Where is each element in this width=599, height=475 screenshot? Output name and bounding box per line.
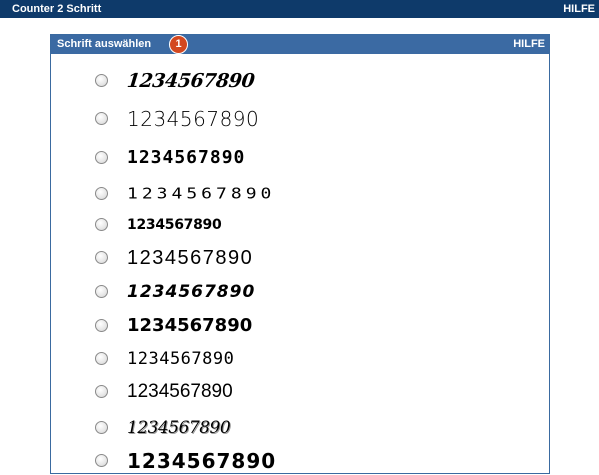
font-radio[interactable] — [95, 218, 108, 231]
font-radio[interactable] — [95, 251, 108, 264]
font-option[interactable]: 1234567890 — [51, 312, 549, 340]
font-option[interactable]: 1234567890 — [51, 278, 549, 306]
font-sample: 1234567890 — [127, 349, 235, 369]
font-radio[interactable] — [95, 285, 108, 298]
panel-title: Schrift auswählen — [57, 38, 152, 50]
font-option[interactable]: 1234567890 — [51, 67, 549, 95]
font-option[interactable]: 1234567890 — [51, 144, 549, 172]
panel-help-link[interactable]: HILFE — [513, 35, 545, 54]
font-radio[interactable] — [95, 421, 108, 434]
font-option[interactable]: 1234567890 — [51, 211, 549, 239]
font-sample: 1234567890 — [127, 315, 253, 336]
font-radio[interactable] — [95, 454, 108, 467]
font-option[interactable]: 1234567890 — [51, 378, 549, 406]
font-sample: 1234567890 — [125, 70, 256, 92]
font-select-panel: Schrift auswählen 1 HILFE 1234567890 123… — [50, 34, 550, 474]
step-number-badge: 1 — [169, 35, 188, 54]
font-radio[interactable] — [95, 319, 108, 332]
font-sample: 1234567890 — [127, 147, 246, 168]
font-sample: 1234567890 — [127, 418, 231, 438]
font-option[interactable]: 1234567890 — [51, 447, 549, 475]
font-option[interactable]: 1234567890 — [51, 180, 549, 208]
font-sample: 1234567890 — [127, 449, 277, 473]
font-option[interactable]: 1234567890 — [51, 345, 549, 373]
page-title: Counter 2 Schritt — [12, 3, 102, 15]
font-option[interactable]: 1234567890 — [51, 414, 549, 442]
font-sample: 1234567890 — [127, 381, 233, 402]
font-radio[interactable] — [95, 385, 108, 398]
font-sample: 1234567890 — [127, 247, 254, 269]
font-sample: 1234567890 — [127, 217, 222, 233]
font-radio[interactable] — [95, 352, 108, 365]
font-radio[interactable] — [95, 112, 108, 125]
font-sample: 1234567890 — [127, 184, 276, 203]
font-option[interactable]: 1234567890 — [51, 105, 549, 133]
top-bar: Counter 2 Schritt HILFE — [0, 0, 599, 18]
font-sample: 1234567890 — [127, 107, 260, 131]
font-radio[interactable] — [95, 187, 108, 200]
font-option[interactable]: 1234567890 — [51, 244, 549, 272]
panel-header: Schrift auswählen 1 HILFE — [51, 35, 549, 54]
font-radio[interactable] — [95, 74, 108, 87]
font-sample: 1234567890 — [127, 282, 256, 302]
font-radio[interactable] — [95, 151, 108, 164]
help-link[interactable]: HILFE — [563, 0, 595, 18]
